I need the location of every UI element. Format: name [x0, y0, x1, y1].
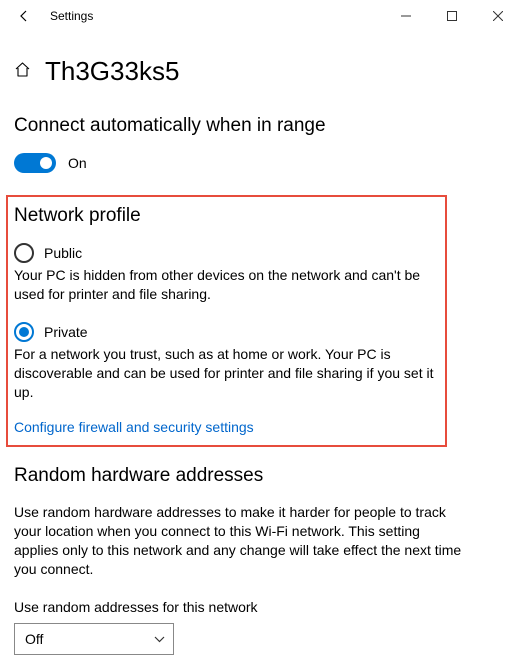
radio-public-label: Public — [44, 245, 82, 261]
content-area: Th3G33ks5 Connect automatically when in … — [0, 32, 521, 655]
random-hw-section: Random hardware addresses Use random har… — [14, 465, 507, 655]
back-button[interactable] — [4, 0, 44, 32]
toggle-knob — [40, 157, 52, 169]
page-header: Th3G33ks5 — [14, 56, 507, 87]
radio-private-label: Private — [44, 324, 88, 340]
auto-connect-toggle-label: On — [68, 155, 87, 171]
select-value: Off — [25, 631, 43, 647]
auto-connect-toggle[interactable] — [14, 153, 56, 173]
auto-connect-toggle-row: On — [14, 153, 507, 173]
network-profile-section: Network profile Public Your PC is hidden… — [6, 195, 447, 447]
radio-public-desc: Your PC is hidden from other devices on … — [14, 266, 439, 304]
minimize-icon — [401, 11, 411, 21]
back-arrow-icon — [17, 9, 31, 23]
titlebar: Settings — [0, 0, 521, 32]
maximize-icon — [447, 11, 457, 21]
random-addresses-select[interactable]: Off — [14, 623, 174, 655]
minimize-button[interactable] — [383, 0, 429, 32]
home-icon[interactable] — [14, 61, 31, 83]
firewall-settings-link[interactable]: Configure firewall and security settings — [14, 419, 439, 435]
maximize-button[interactable] — [429, 0, 475, 32]
close-button[interactable] — [475, 0, 521, 32]
random-hw-field-label: Use random addresses for this network — [14, 599, 507, 615]
random-hw-title: Random hardware addresses — [14, 465, 507, 487]
radio-public[interactable]: Public — [14, 243, 439, 263]
radio-public-circle — [14, 243, 34, 263]
radio-private[interactable]: Private — [14, 322, 439, 342]
radio-private-desc: For a network you trust, such as at home… — [14, 345, 439, 402]
window-controls — [383, 0, 521, 32]
network-profile-radio-group: Public Your PC is hidden from other devi… — [14, 243, 439, 401]
connect-section: Connect automatically when in range On — [14, 115, 507, 173]
window-title: Settings — [50, 9, 93, 23]
radio-inner-dot — [19, 327, 29, 337]
connect-section-title: Connect automatically when in range — [14, 115, 507, 137]
radio-private-circle — [14, 322, 34, 342]
close-icon — [493, 11, 503, 21]
random-hw-desc: Use random hardware addresses to make it… — [14, 503, 467, 579]
page-title: Th3G33ks5 — [45, 56, 179, 87]
chevron-down-icon — [154, 636, 165, 643]
network-profile-title: Network profile — [14, 205, 439, 227]
